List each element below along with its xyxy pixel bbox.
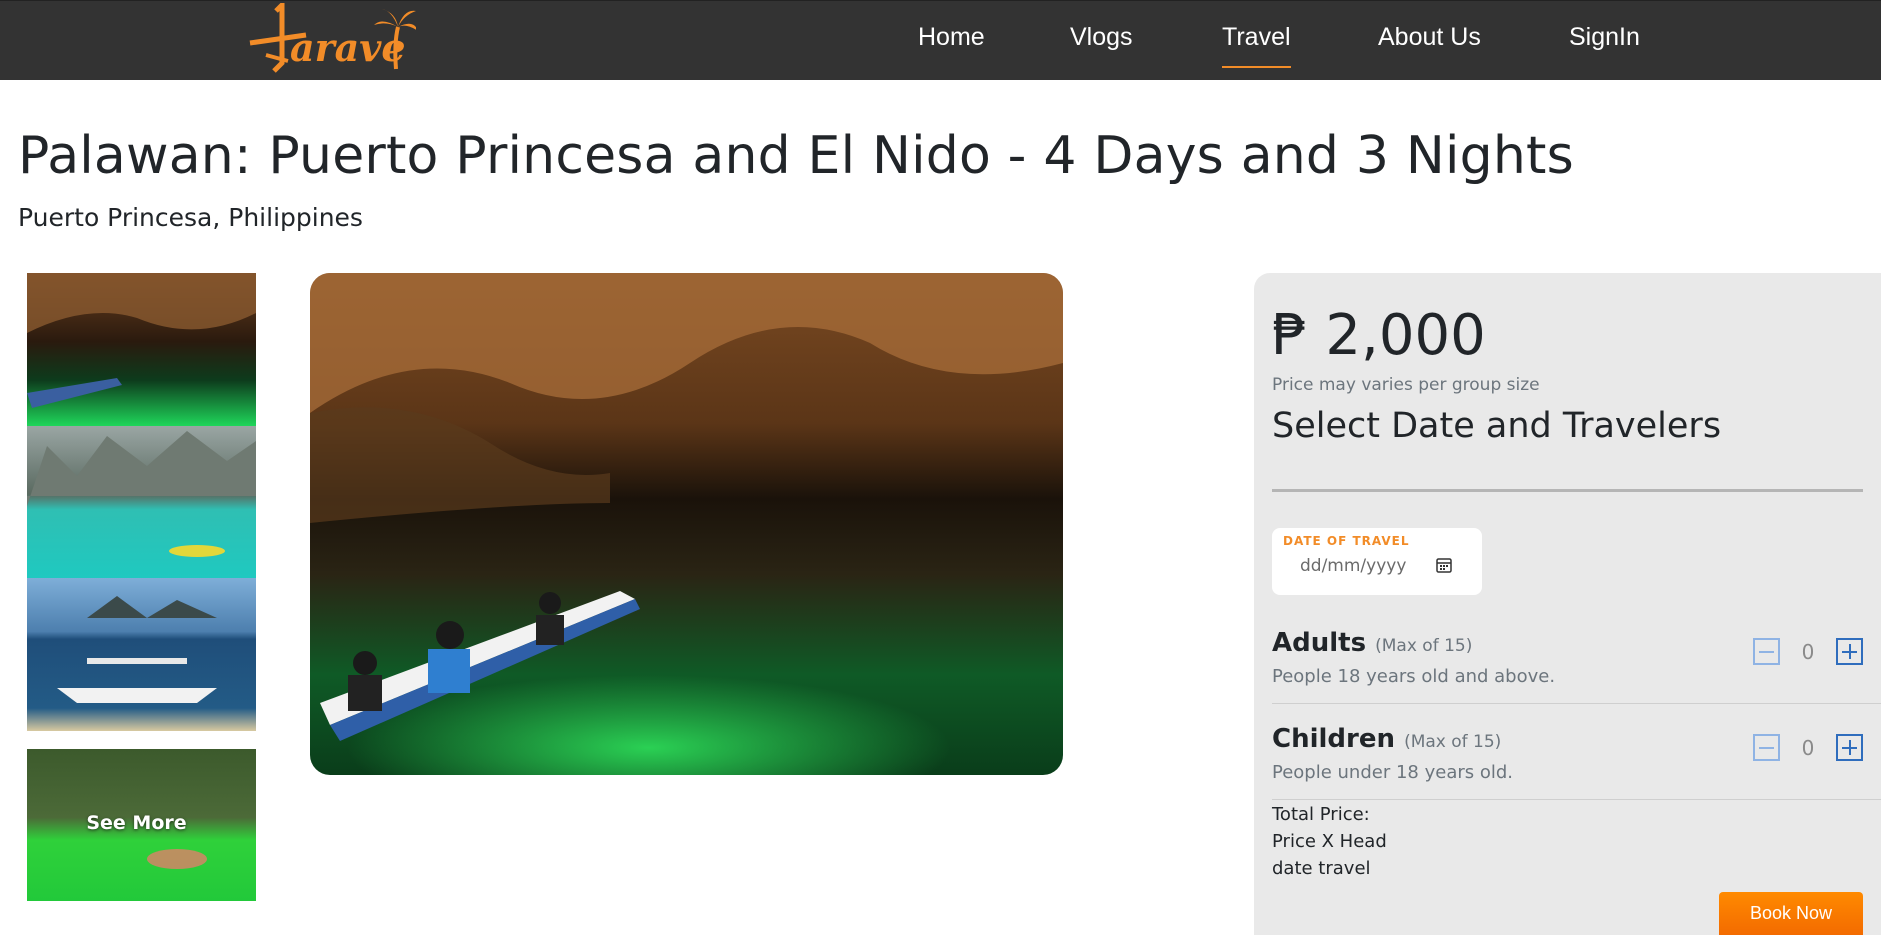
nav-travel[interactable]: Travel (1222, 19, 1291, 68)
booking-panel: ₱ 2,000 Price may varies per group size … (1254, 273, 1881, 935)
adults-max: (Max of 15) (1375, 636, 1473, 656)
select-date-travelers-heading: Select Date and Travelers (1272, 406, 1722, 446)
page-title: Palawan: Puerto Princesa and El Nido - 4… (18, 126, 1574, 186)
children-description: People under 18 years old. (1272, 762, 1514, 783)
nav-home[interactable]: Home (918, 19, 985, 55)
brand-logo[interactable]: arave (246, 0, 418, 75)
thumbnail-boat[interactable] (27, 578, 256, 731)
underground-river-image (310, 273, 1063, 775)
brand-logo-icon: arave (249, 0, 418, 73)
adults-increment-button[interactable] (1836, 638, 1863, 665)
children-count: 0 (1801, 736, 1815, 760)
tour-location: Puerto Princesa, Philippines (18, 203, 363, 232)
children-row: Children (Max of 15) People under 18 yea… (1272, 724, 1863, 784)
adults-decrement-button[interactable] (1753, 638, 1780, 665)
date-of-travel-input[interactable] (1300, 554, 1410, 578)
thumbnail-lagoon[interactable] (27, 426, 256, 578)
nav-vlogs[interactable]: Vlogs (1070, 19, 1133, 55)
thumbnail-cave[interactable] (27, 273, 256, 426)
section-divider (1272, 489, 1863, 492)
children-max: (Max of 15) (1404, 732, 1502, 752)
boat-thumbnail-image (27, 578, 256, 731)
calendar-icon[interactable] (1435, 556, 1453, 574)
adults-label: Adults (1272, 628, 1367, 658)
lagoon-thumbnail-image (27, 426, 256, 578)
adults-row: Adults (Max of 15) People 18 years old a… (1272, 628, 1863, 688)
see-more-thumbnail[interactable]: See More (27, 749, 256, 901)
nav-signin[interactable]: SignIn (1569, 19, 1640, 55)
cave-thumbnail-image (27, 273, 256, 426)
price-note: Price may varies per group size (1272, 375, 1540, 395)
children-decrement-button[interactable] (1753, 734, 1780, 761)
adults-stepper: 0 (1753, 638, 1863, 668)
adults-count: 0 (1801, 640, 1815, 664)
children-stepper: 0 (1753, 734, 1863, 764)
date-of-travel-label: DATE OF TRAVEL (1283, 534, 1410, 548)
children-increment-button[interactable] (1836, 734, 1863, 761)
main-tour-image[interactable] (310, 273, 1063, 775)
total-price-formula: Price X Head (1272, 831, 1387, 852)
children-label: Children (1272, 724, 1395, 754)
see-more-label: See More (86, 812, 187, 834)
total-date-travel: date travel (1272, 858, 1371, 879)
book-now-button[interactable]: Book Now (1719, 892, 1863, 935)
date-of-travel-field[interactable]: DATE OF TRAVEL (1272, 528, 1482, 595)
tour-price: ₱ 2,000 (1272, 303, 1486, 368)
row-divider (1272, 799, 1881, 800)
nav-about-us[interactable]: About Us (1378, 19, 1481, 55)
svg-text:arave: arave (290, 25, 406, 70)
row-divider (1272, 703, 1881, 704)
adults-description: People 18 years old and above. (1272, 666, 1556, 687)
top-navbar: arave Home Vlogs Travel About Us SignIn (0, 0, 1881, 80)
total-price-label: Total Price: (1272, 804, 1370, 825)
